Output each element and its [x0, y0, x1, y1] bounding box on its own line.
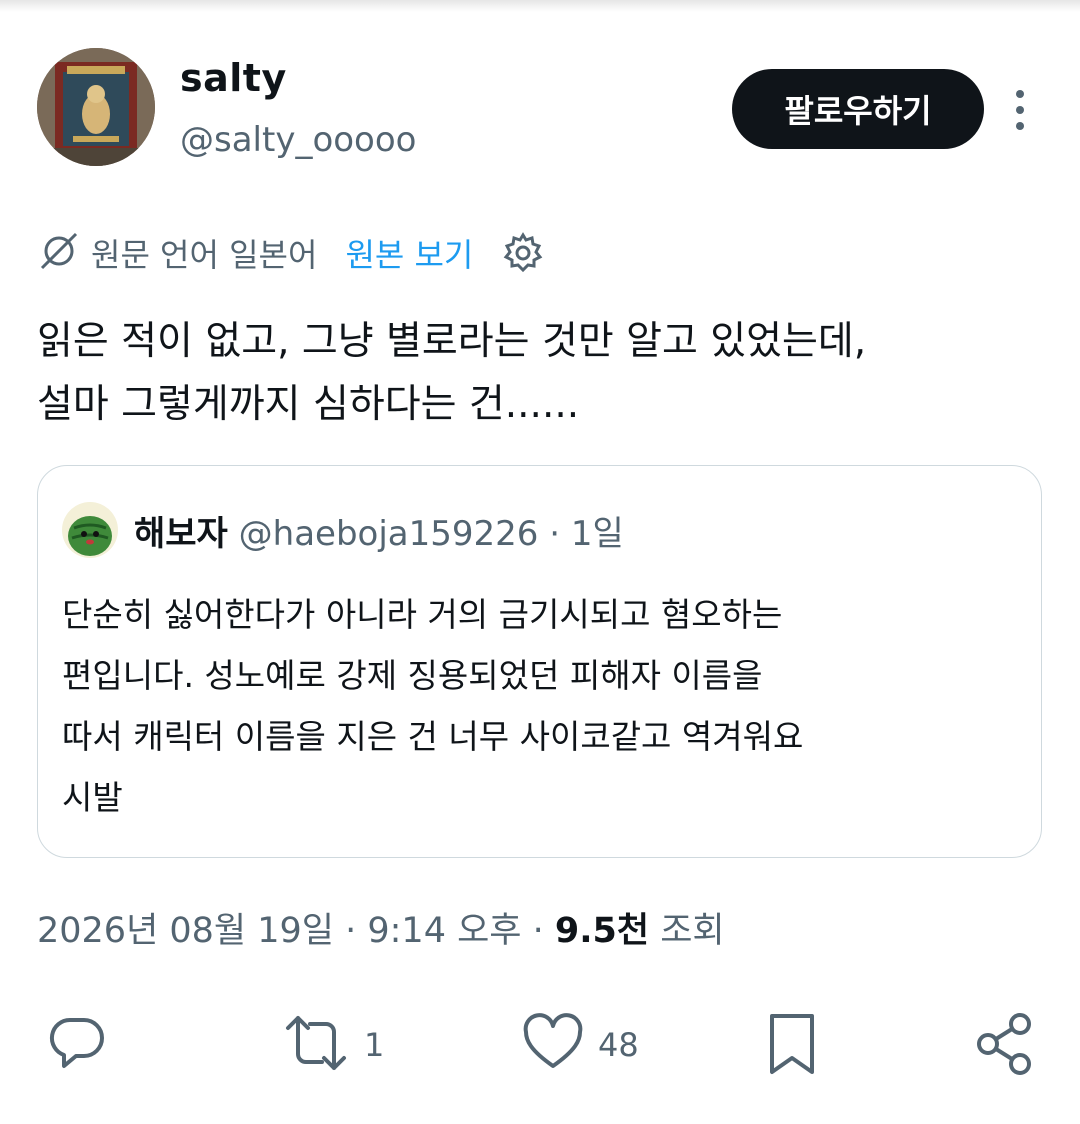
follow-button[interactable]: 팔로우하기 [732, 69, 984, 149]
show-original-link[interactable]: 원본 보기 [345, 230, 473, 276]
author-name[interactable]: salty [180, 56, 287, 100]
retweet-count: 1 [364, 1026, 385, 1064]
gear-icon[interactable] [501, 231, 545, 275]
reply-icon [44, 1010, 110, 1080]
quoted-author-name[interactable]: 해보자 [134, 514, 228, 554]
top-divider [0, 0, 1080, 12]
action-bar: 1 48 [0, 1010, 1080, 1090]
bookmark-button[interactable] [764, 1010, 820, 1080]
tweet-meta: 2026년 08월 19일 · 9:14 오후 · 9.5천 조회 [37, 902, 725, 953]
translate-icon [37, 229, 81, 277]
like-button[interactable]: 48 [520, 1010, 639, 1080]
bookmark-icon [764, 1010, 820, 1080]
translation-row: 원문 언어 일본어 원본 보기 [37, 228, 545, 278]
quoted-author-avatar[interactable] [62, 502, 118, 558]
more-icon[interactable] [1006, 88, 1034, 132]
tweet-text: 읽은 적이 없고, 그냥 별로라는 것만 알고 있었는데, 설마 그렇게까지 심… [37, 319, 867, 427]
quoted-tweet[interactable]: 해보자 @haeboja159226 · 1일 단순히 싫어한다가 아니라 거의… [37, 465, 1042, 858]
source-language: 원문 언어 일본어 [91, 236, 318, 274]
views-count: 9.5천 [554, 911, 650, 951]
like-icon [520, 1010, 586, 1080]
author-avatar[interactable] [37, 48, 155, 166]
share-button[interactable] [972, 1010, 1038, 1080]
tweet-datetime[interactable]: 2026년 08월 19일 · 9:14 오후 · [37, 911, 555, 951]
reply-button[interactable] [44, 1010, 110, 1080]
share-icon [972, 1010, 1038, 1080]
retweet-icon [280, 1010, 352, 1080]
author-handle[interactable]: @salty_ooooo [180, 120, 416, 160]
quoted-text: 단순히 싫어한다가 아니라 거의 금기시되고 혐오하는 편입니다. 성노예로 강… [62, 595, 804, 817]
retweet-button[interactable]: 1 [280, 1010, 384, 1080]
views-label: 조회 [649, 911, 725, 951]
quoted-header: 해보자 @haeboja159226 · 1일 [134, 506, 624, 555]
quoted-handle-time: @haeboja159226 · 1일 [238, 514, 624, 554]
like-count: 48 [598, 1026, 639, 1064]
